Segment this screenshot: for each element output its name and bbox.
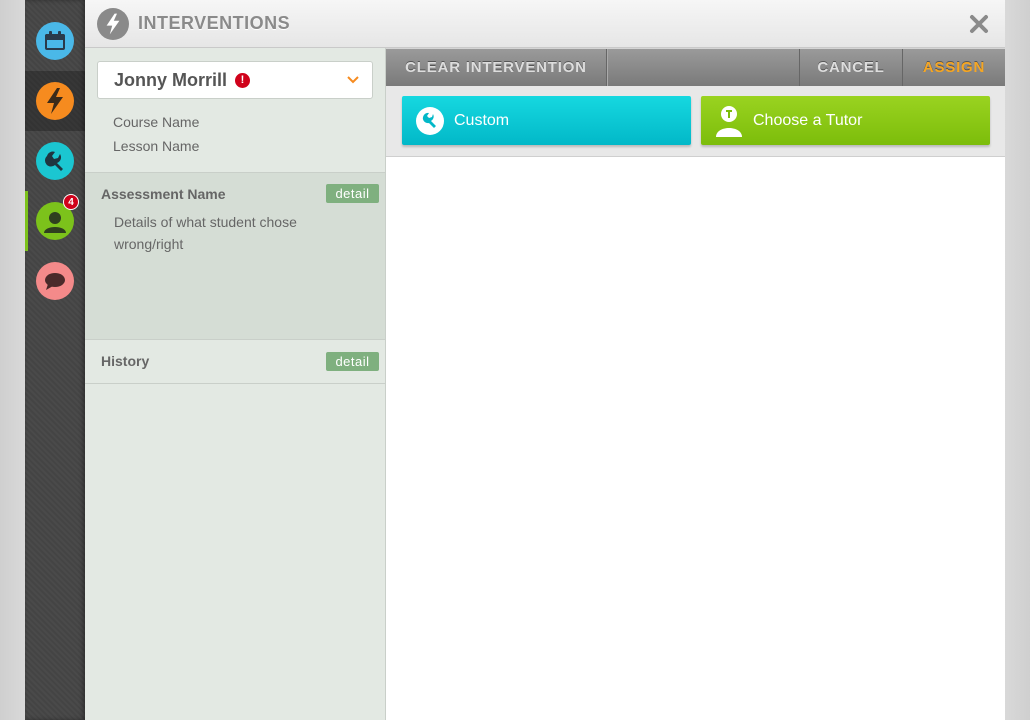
page-title: INTERVENTIONS	[138, 13, 291, 33]
wrench-icon	[36, 142, 74, 180]
assessment-section: Assessment Name detail Details of what s…	[85, 172, 385, 339]
rail-item-tools[interactable]	[25, 131, 85, 191]
assessment-details: Details of what student chose wrong/righ…	[114, 214, 297, 252]
custom-label: Custom	[454, 111, 510, 129]
history-detail-button[interactable]: detail	[326, 352, 379, 371]
rail-item-students[interactable]: 4	[25, 191, 85, 251]
lightning-icon	[97, 7, 129, 40]
course-name: Course Name	[113, 114, 200, 130]
clear-intervention-button[interactable]: CLEAR INTERVENTION	[386, 49, 607, 86]
assign-button[interactable]: ASSIGN	[903, 49, 1005, 86]
toolbar-spacer	[607, 49, 800, 86]
page-background-left	[0, 0, 25, 720]
content-area	[386, 157, 1005, 720]
rail-item-calendar[interactable]	[25, 11, 85, 71]
assessment-title: Assessment Name	[101, 186, 226, 202]
close-icon	[970, 15, 988, 33]
close-button[interactable]	[967, 12, 991, 36]
choose-tutor-button[interactable]: Choose a Tutor	[701, 96, 990, 145]
page-background-right	[1005, 0, 1030, 720]
alert-icon: !	[235, 72, 251, 88]
lightning-icon	[36, 82, 74, 120]
chevron-down-icon	[347, 76, 359, 84]
student-name: Jonny Morrill	[114, 69, 228, 90]
student-dropdown[interactable]: Jonny Morrill !	[97, 61, 373, 99]
rail-item-messages[interactable]	[25, 251, 85, 311]
rail-item-interventions[interactable]	[25, 71, 85, 131]
choose-tutor-label: Choose a Tutor	[753, 111, 863, 129]
calendar-icon	[36, 22, 74, 60]
notification-badge: 4	[63, 194, 79, 210]
custom-button[interactable]: Custom	[402, 96, 691, 145]
dialog-header: INTERVENTIONS	[85, 0, 1005, 48]
student-info-panel: Jonny Morrill ! Course Name Lesson Name …	[85, 48, 386, 720]
lesson-name: Lesson Name	[113, 138, 200, 154]
assessment-detail-button[interactable]: detail	[326, 184, 379, 203]
cancel-button[interactable]: CANCEL	[800, 49, 903, 86]
intervention-options: Custom Choose a Tutor	[386, 86, 1005, 157]
history-title: History	[101, 353, 150, 369]
action-toolbar: CLEAR INTERVENTION CANCEL ASSIGN	[386, 49, 1005, 86]
chat-icon	[36, 262, 74, 300]
icon-rail: 4	[25, 0, 85, 720]
history-section: History detail	[85, 339, 385, 384]
tutor-icon	[714, 105, 744, 137]
wrench-icon	[415, 106, 445, 136]
